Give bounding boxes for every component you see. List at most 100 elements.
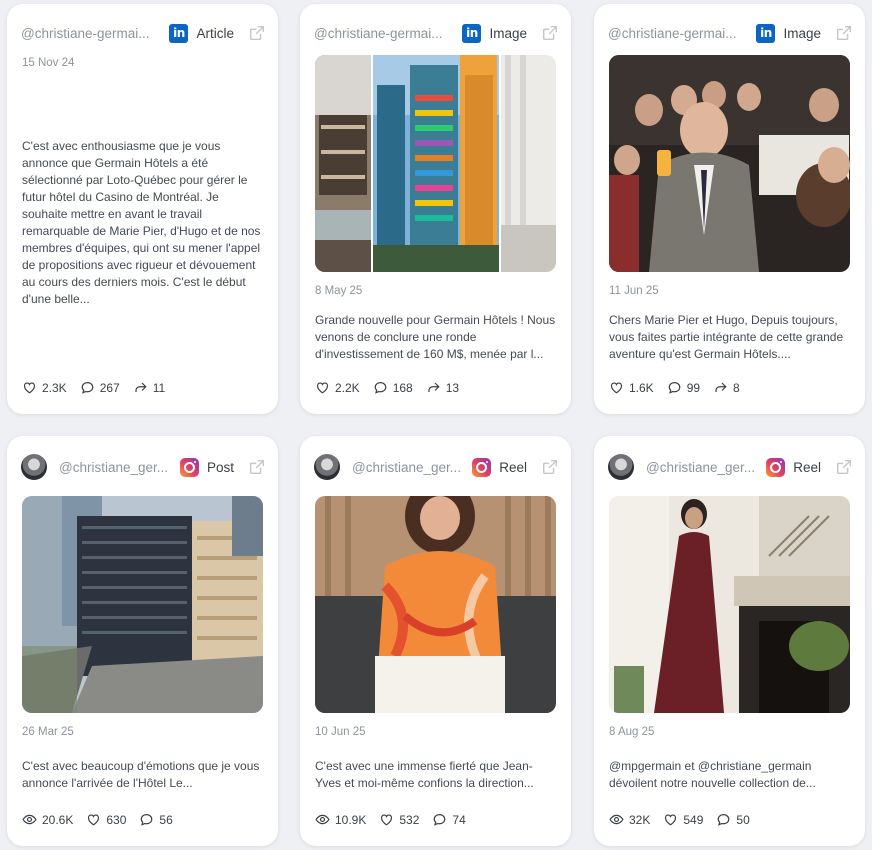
shares-stat: 11: [133, 380, 165, 395]
card-header: @christiane-germai... in Image: [608, 18, 853, 48]
card-header: @christiane_ger... Reel: [608, 452, 853, 482]
heart-icon: [88, 814, 100, 826]
share-icon: [135, 382, 147, 392]
likes-stat: 2.3K: [22, 380, 67, 395]
stat-value: 532: [399, 812, 420, 827]
city-hotel-image: [22, 496, 263, 713]
account-handle: @christiane-germai...: [314, 25, 443, 41]
engagement-stats: 32K 549 50: [609, 812, 850, 827]
shares-stat: 8: [713, 380, 740, 395]
post-date: 8 May 25: [315, 285, 363, 297]
stat-value: 549: [683, 812, 704, 827]
platform-badge: in Image: [756, 23, 821, 43]
comments-stat: 50: [716, 812, 750, 827]
engagement-stats: 2.3K 267 11: [22, 380, 263, 395]
platform-badge: Reel: [472, 457, 527, 477]
comments-stat: 74: [432, 812, 466, 827]
stat-value: 50: [736, 812, 750, 827]
stat-value: 74: [452, 812, 466, 827]
post-text: C'est avec enthousiasme que je vous anno…: [22, 139, 261, 306]
comment-icon: [434, 814, 446, 826]
post-text: C'est avec une immense fierté que Jean-Y…: [315, 759, 534, 790]
heart-icon: [316, 382, 329, 394]
post-card[interactable]: @christiane_ger... Post 26 Mar 25 C'est …: [7, 436, 278, 846]
avatar: [608, 454, 634, 480]
external-link-icon[interactable]: [835, 24, 853, 42]
stat-value: 168: [392, 380, 413, 395]
account-handle: @christiane-germai...: [21, 25, 150, 41]
heart-icon: [665, 814, 677, 826]
post-date: 26 Mar 25: [22, 726, 74, 738]
external-link-icon[interactable]: [541, 458, 559, 476]
stat-value: 1.6K: [629, 380, 654, 395]
card-header: @christiane_ger... Reel: [314, 452, 559, 482]
likes-stat: 1.6K: [609, 380, 654, 395]
account-handle: @christiane_ger...: [352, 459, 462, 475]
post-type-label: Post: [206, 459, 234, 475]
post-image[interactable]: [315, 55, 556, 272]
stat-value: 56: [159, 812, 173, 827]
platform-badge: in Article: [169, 23, 234, 43]
stat-value: 2.3K: [42, 380, 67, 395]
stat-value: 11: [152, 380, 166, 395]
external-link-icon[interactable]: [248, 458, 266, 476]
post-date: 8 Aug 25: [609, 726, 655, 738]
platform-badge: in Image: [462, 23, 527, 43]
stat-value: 267: [99, 380, 120, 395]
stat-value: 630: [106, 812, 127, 827]
share-icon: [428, 382, 440, 392]
account-handle: @christiane_ger...: [646, 459, 756, 475]
post-card[interactable]: @christiane_ger... Reel 8 Aug 25 @mpgerm…: [594, 436, 865, 846]
comments-stat: 56: [139, 812, 173, 827]
instagram-icon: [472, 457, 492, 477]
share-icon: [715, 382, 727, 392]
post-card[interactable]: @christiane_ger... Reel 10 Jun 25 C'est …: [300, 436, 571, 846]
likes-stat: 2.2K: [315, 380, 360, 395]
post-image[interactable]: [609, 55, 850, 272]
avatar: [21, 454, 47, 480]
post-text: @mpgermain et @christiane_germain dévoil…: [609, 759, 816, 790]
engagement-stats: 20.6K 630 56: [22, 812, 263, 827]
post-card[interactable]: @christiane-germai... in Article 15 Nov …: [7, 4, 278, 414]
heart-icon: [381, 814, 393, 826]
external-link-icon[interactable]: [835, 458, 853, 476]
engagement-stats: 10.9K 532 74: [315, 812, 556, 827]
post-image[interactable]: [609, 496, 850, 713]
comments-stat: 168: [373, 380, 413, 395]
post-type-label: Reel: [499, 459, 527, 475]
heart-icon: [23, 382, 36, 394]
platform-badge: Reel: [766, 457, 821, 477]
post-date: 15 Nov 24: [22, 57, 75, 69]
engagement-stats: 2.2K 168 13: [315, 380, 556, 395]
post-image[interactable]: [315, 496, 556, 713]
post-type-label: Image: [489, 25, 527, 41]
post-date: 11 Jun 25: [609, 285, 659, 297]
comments-stat: 99: [667, 380, 700, 395]
post-text: Grande nouvelle pour Germain Hôtels ! No…: [315, 313, 556, 361]
post-image[interactable]: [22, 496, 263, 713]
post-card[interactable]: @christiane-germai... in Image 8 May 25 …: [300, 4, 571, 414]
comment-icon: [668, 382, 681, 394]
shares-stat: 13: [426, 380, 459, 395]
external-link-icon[interactable]: [541, 24, 559, 42]
heart-icon: [610, 382, 623, 394]
post-text: Chers Marie Pier et Hugo, Depuis toujour…: [609, 313, 844, 361]
fashion-dress-image: [609, 496, 850, 713]
comment-icon: [81, 382, 94, 394]
card-header: @christiane_ger... Post: [21, 452, 266, 482]
hotel-collage-image: [315, 55, 556, 272]
eye-icon: [609, 814, 624, 825]
post-type-label: Article: [196, 25, 234, 41]
likes-stat: 549: [663, 812, 703, 827]
post-date: 10 Jun 25: [315, 726, 366, 738]
stat-value: 2.2K: [335, 380, 360, 395]
account-handle: @christiane-germai...: [608, 25, 737, 41]
stat-value: 13: [445, 380, 460, 395]
platform-badge: Post: [179, 457, 234, 477]
comment-icon: [141, 814, 153, 826]
linkedin-icon: in: [462, 23, 482, 43]
stat-value: 8: [733, 380, 740, 395]
external-link-icon[interactable]: [248, 24, 266, 42]
portrait-woman-image: [315, 496, 556, 713]
post-card[interactable]: @christiane-germai... in Image 11 Jun 25…: [594, 4, 865, 414]
